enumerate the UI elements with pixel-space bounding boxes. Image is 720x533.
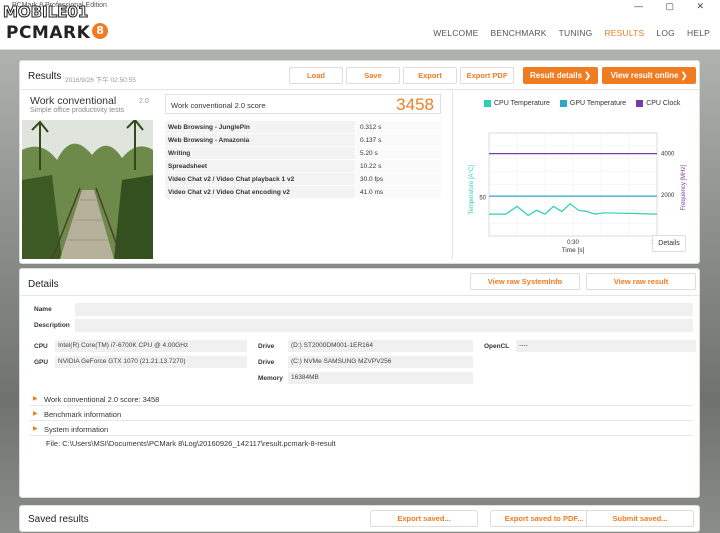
gpu-value: NVIDIA GeForce GTX 1070 (21.21.13.7270) [55,356,247,368]
results-table: Web Browsing - JunglePin 0.312 s Web Brow… [165,121,441,199]
expander-label: Work conventional 2.0 score: 3458 [44,395,160,404]
nav-results[interactable]: RESULTS [598,28,650,38]
row-value: 30.0 fps [355,173,441,185]
top-bar: PCMark 8 Professional Edition — ▢ ✕ MOBI… [0,0,720,50]
export-saved-button[interactable]: Export saved... [370,510,478,527]
table-row: Video Chat v2 / Video Chat encoding v2 41… [165,186,441,199]
row-label: Writing [168,150,191,157]
nav-help[interactable]: HELP [681,28,716,38]
row-value: 0.312 s [355,121,441,133]
result-details-button[interactable]: Result details ❯ [523,67,598,84]
drive-label: Drive [258,343,275,350]
row-value: 41.0 ms [355,186,441,198]
opencl-value: ---- [516,340,696,352]
view-result-online-button[interactable]: View result online ❯ [602,67,696,84]
test-version: 2.0 [139,98,149,105]
monitoring-chart: CPU Temperature GPU Temperature CPU Cloc… [452,89,700,259]
logo-text: PCMARK [6,23,91,43]
nav-welcome[interactable]: WELCOME [427,28,484,38]
chevron-right-icon: ▶ [33,396,38,402]
load-button[interactable]: Load [289,67,343,84]
cpu-value: Intel(R) Core(TM) i7-6700K CPU @ 4.00GHz [55,340,247,352]
row-value: 10.22 s [355,160,441,172]
results-title: Results [28,71,62,82]
x-tick-label: 0:30 [567,240,579,246]
jungle-bridge-image [22,120,153,259]
y-right-tick-label: 4000 [661,152,675,158]
row-label: Video Chat v2 / Video Chat playback 1 v2 [168,176,295,183]
details-button[interactable]: Details [652,235,686,252]
divider [20,295,699,296]
expander-benchmark-info[interactable]: ▶ Benchmark information [30,408,692,421]
table-row: Web Browsing - Amazonia 0.137 s [165,134,441,147]
cpu-label: CPU [34,343,48,350]
expander-label: Benchmark information [44,410,122,419]
row-label: Web Browsing - JunglePin [168,124,250,131]
drive-value: (C:) NVMe SAMSUNG MZVPV256 [288,356,473,368]
export-saved-pdf-button[interactable]: Export saved to PDF... [490,510,598,527]
row-label: Web Browsing - Amazonia [168,137,250,144]
submit-saved-button[interactable]: Submit saved... [586,510,694,527]
expander-score[interactable]: ▶ Work conventional 2.0 score: 3458 [30,393,692,406]
row-value: 5.20 s [355,147,441,159]
row-label: Spreadsheet [168,163,208,170]
nav-benchmark[interactable]: BENCHMARK [485,28,553,38]
nav-tuning[interactable]: TUNING [553,28,599,38]
drive-label: Drive [258,359,275,366]
view-raw-systeminfo-button[interactable]: View raw SystemInfo [470,273,580,290]
watermark-text: MOBILE01 [2,3,89,22]
saved-results-panel: Saved results Export saved... Export sav… [19,505,700,532]
nav-log[interactable]: LOG [650,28,681,38]
table-row: Web Browsing - JunglePin 0.312 s [165,121,441,134]
test-name: Work conventional [30,95,117,107]
details-panel: Details View raw SystemInfo View raw res… [19,268,700,498]
chevron-right-icon: ▶ [33,411,38,417]
results-timestamp: 2016/9/26 下午 02:50:55 [65,77,136,84]
watermark-logo: MOBILE01 [2,3,89,22]
score-value: 3458 [396,95,434,114]
expander-system-info[interactable]: ▶ System information [30,423,692,436]
saved-results-title: Saved results [28,514,89,525]
details-title: Details [28,279,59,290]
y-right-tick-label: 2000 [661,193,675,199]
score-label: Work conventional 2.0 score [171,101,266,110]
test-thumbnail [22,120,153,259]
logo-version-badge: 8 [92,23,109,39]
y-axis-left-label: Temperature [A°C] [469,165,475,215]
main-nav: WELCOME BENCHMARK TUNING RESULTS LOG HEL… [427,28,716,38]
table-row: Video Chat v2 / Video Chat playback 1 v2… [165,173,441,186]
description-label: Description [34,322,70,329]
expander-label: System information [44,425,109,434]
window-title: PCMark 8 Professional Edition [12,2,107,9]
x-axis-label: Time [s] [562,247,585,254]
row-value: 0.137 s [355,134,441,146]
chart-plot: Temperature [A°C] Frequency [MHz] Time [… [469,132,687,254]
opencl-label: OpenCL [484,343,510,350]
pcmark-logo: PCMARK 8 [6,23,109,43]
memory-value: 16384MB [288,372,473,384]
view-raw-result-button[interactable]: View raw result [586,273,696,290]
save-button[interactable]: Save [346,67,400,84]
export-pdf-button[interactable]: Export PDF [460,67,514,84]
description-field [75,319,693,332]
y-axis-right-label: Frequency [MHz] [681,164,687,210]
name-label: Name [34,306,52,313]
memory-label: Memory [258,375,283,382]
score-box: Work conventional 2.0 score 3458 [165,94,441,114]
export-button[interactable]: Export [403,67,457,84]
name-field [75,303,693,316]
test-description: Simple office productivity tests [30,107,125,114]
row-label: Video Chat v2 / Video Chat encoding v2 [168,189,290,196]
chevron-right-icon: ▶ [33,426,38,432]
drive-value: (D:) ST2000DM001-1ER164 [288,340,473,352]
gpu-label: GPU [34,359,49,366]
window-controls[interactable]: — ▢ ✕ [634,1,714,12]
y-left-tick-label: 50 [479,195,486,201]
table-row: Spreadsheet 10.22 s [165,160,441,173]
results-panel: Results 2016/9/26 下午 02:50:55 Load Save … [19,60,700,264]
table-row: Writing 5.20 s [165,147,441,160]
result-file-path: File: C:\Users\MSI\Documents\PCMark 8\Lo… [46,439,336,448]
